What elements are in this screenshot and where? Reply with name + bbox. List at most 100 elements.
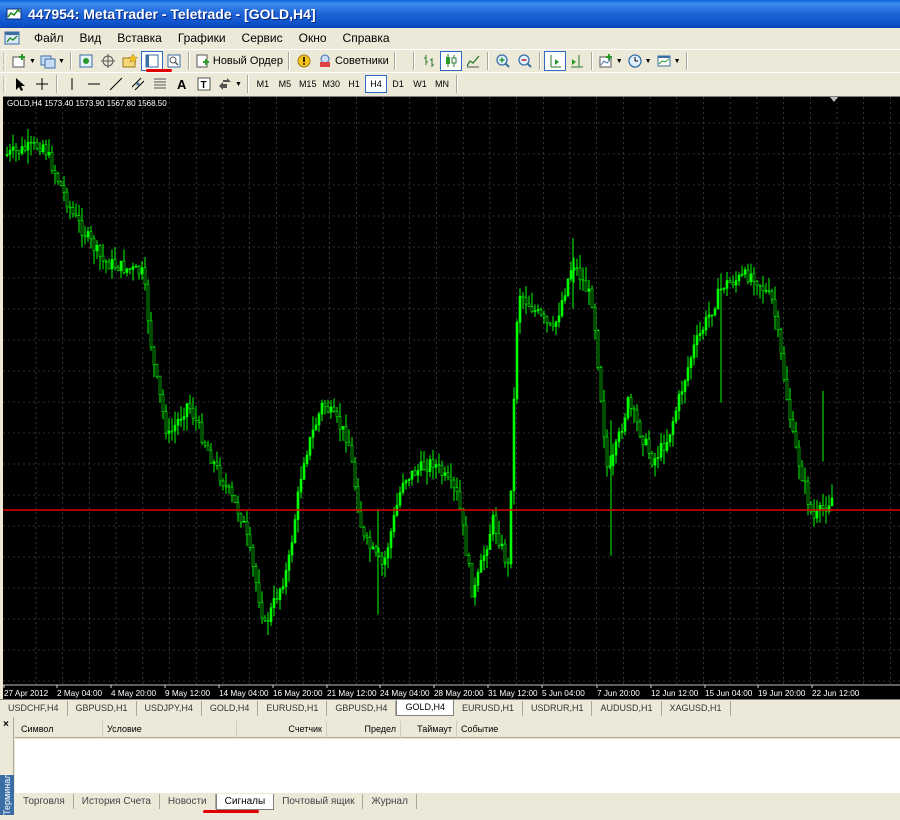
market-watch-button[interactable] (75, 51, 97, 71)
menu-help[interactable]: Справка (335, 28, 398, 48)
zoom-out-button[interactable] (514, 51, 536, 71)
zoom-in-icon (496, 54, 510, 68)
trendline-button[interactable] (105, 74, 127, 94)
timeframe-h1[interactable]: H1 (343, 75, 365, 93)
chart-tab[interactable]: XAGUSD,H1 (662, 701, 731, 716)
column-timeout[interactable]: Таймаут (401, 721, 457, 738)
new-order-button[interactable]: Новый Ордер (193, 51, 285, 71)
column-counter[interactable]: Счетчик (237, 721, 327, 738)
candle-body (59, 181, 63, 186)
price-chart[interactable]: 27 Apr 2012 2 May 04:00 4 May 20:00 9 May 1… (3, 97, 900, 700)
column-limit[interactable]: Предел (327, 721, 401, 738)
templates-button[interactable]: ▼ (654, 51, 683, 71)
timeframe-h4[interactable]: H4 (364, 75, 387, 93)
candle-body (545, 316, 549, 324)
menu-tools[interactable]: Сервис (234, 28, 291, 48)
menu-window[interactable]: Окно (291, 28, 335, 48)
navigator-button[interactable] (119, 51, 141, 71)
text-label-button[interactable]: T (193, 74, 215, 94)
title-bar[interactable]: 447954: MetaTrader - Teletrade - [GOLD,H… (0, 0, 900, 28)
chart-tab[interactable]: USDRUR,H1 (523, 701, 593, 716)
equidistant-channel-button[interactable] (127, 74, 149, 94)
candle-body (14, 146, 18, 152)
terminal-tab[interactable]: Торговля (15, 794, 74, 809)
new-chart-button[interactable]: ▼ (9, 51, 38, 71)
zoom-in-button[interactable] (492, 51, 514, 71)
terminal-tab[interactable]: История Счета (74, 794, 160, 809)
window-title: 447954: MetaTrader - Teletrade - [GOLD,H… (28, 6, 316, 22)
chart-tab[interactable]: USDJPY,H4 (137, 701, 202, 716)
fibonacci-button[interactable] (149, 74, 171, 94)
candle-body (29, 141, 33, 144)
candle-body (716, 288, 720, 310)
crosshair-button[interactable] (31, 74, 53, 94)
terminal-tab[interactable]: Журнал (363, 794, 417, 809)
chart-window[interactable]: 27 Apr 2012 2 May 04:00 4 May 20:00 9 May 1… (3, 96, 900, 699)
menu-view[interactable]: Вид (72, 28, 110, 48)
indicators-button[interactable]: ▼ (596, 51, 625, 71)
text-button[interactable]: A (171, 74, 193, 94)
chart-tab[interactable]: EURUSD,H1 (258, 701, 328, 716)
chart-tab[interactable]: USDCHF,H4 (0, 701, 68, 716)
toolbar-grip[interactable] (3, 75, 6, 93)
chart-tab[interactable]: EURUSD,H1 (454, 701, 523, 716)
candle-body (743, 269, 747, 275)
chart-tab[interactable]: GBPUSD,H1 (68, 701, 137, 716)
candlestick-chart-button[interactable] (439, 51, 462, 71)
timeframe-m1[interactable]: M1 (252, 75, 274, 93)
close-icon[interactable]: × (3, 719, 9, 730)
candle-body (23, 146, 27, 151)
candle-body (605, 436, 609, 468)
text-label-icon: T (197, 77, 211, 91)
time-axis-label: 28 May 20:00 (434, 689, 484, 698)
column-condition[interactable]: Условие (103, 721, 237, 738)
timeframe-m5[interactable]: M5 (274, 75, 296, 93)
auto-scroll-button[interactable] (543, 51, 566, 71)
line-chart-button[interactable] (462, 51, 484, 71)
timeframe-m15[interactable]: M15 (296, 75, 320, 93)
chart-tab[interactable]: GOLD,H4 (202, 701, 259, 716)
candle-body (641, 435, 645, 445)
column-symbol[interactable]: Символ (17, 721, 103, 738)
chart-tab[interactable]: GOLD,H4 (396, 700, 454, 716)
periods-button[interactable]: ▼ (625, 51, 654, 71)
column-event[interactable]: Событие (457, 721, 900, 738)
metaeditor-button[interactable] (293, 51, 315, 71)
horizontal-line-button[interactable] (83, 74, 105, 94)
menu-file[interactable]: Файл (26, 28, 72, 48)
timeframe-m30[interactable]: M30 (319, 75, 343, 93)
terminal-tab[interactable]: Почтовый ящик (274, 794, 364, 809)
expert-advisors-button[interactable]: Советники (315, 51, 391, 71)
chart-document-icon[interactable] (4, 30, 20, 46)
timeframe-d1[interactable]: D1 (387, 75, 409, 93)
candle-body (257, 582, 261, 604)
terminal-tab[interactable]: Новости (160, 794, 216, 809)
vertical-line-icon (71, 78, 73, 90)
candle-body (263, 617, 267, 621)
data-window-button[interactable] (97, 51, 119, 71)
profiles-button[interactable]: ▼ (38, 51, 67, 71)
alerts-table-body[interactable] (15, 739, 900, 793)
bar-chart-button[interactable] (418, 51, 440, 71)
chart-tab[interactable]: GBPUSD,H4 (327, 701, 397, 716)
terminal-button[interactable] (140, 51, 163, 71)
timeframe-w1[interactable]: W1 (409, 75, 431, 93)
cursor-button[interactable] (9, 74, 31, 94)
terminal-tab[interactable]: Сигналы (215, 794, 275, 810)
arrows-button[interactable]: ▼ (215, 74, 244, 94)
new-chart-icon (12, 54, 25, 68)
menu-insert[interactable]: Вставка (109, 28, 170, 48)
timeframe-mn[interactable]: MN (431, 75, 453, 93)
candle-body (185, 403, 189, 417)
chart-tab[interactable]: AUDUSD,H1 (592, 701, 662, 716)
toolbar-grip[interactable] (3, 52, 6, 70)
strategy-tester-button[interactable] (163, 51, 185, 71)
crosshair-window-icon (100, 54, 115, 68)
candle-body (647, 438, 651, 454)
candle-body (446, 472, 450, 478)
candle-body (734, 280, 738, 286)
time-axis-label: 14 May 04:00 (219, 689, 269, 698)
menu-charts[interactable]: Графики (170, 28, 234, 48)
chart-shift-button[interactable] (566, 51, 588, 71)
vertical-line-button[interactable] (61, 74, 83, 94)
